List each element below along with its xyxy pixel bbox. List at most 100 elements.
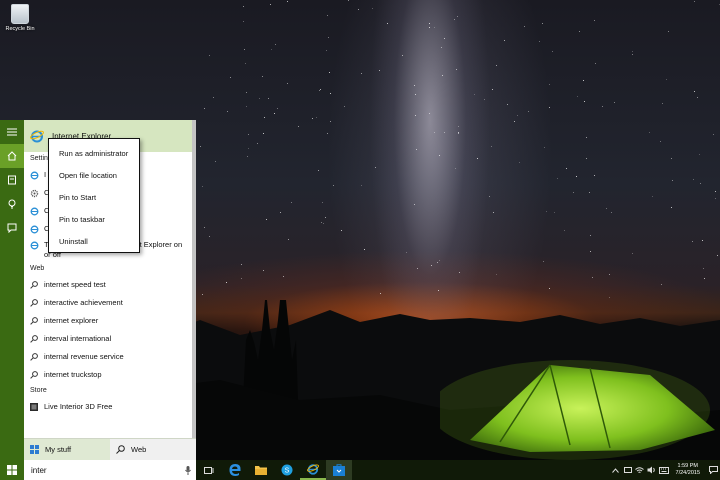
star	[524, 25, 526, 27]
star	[200, 146, 202, 148]
network-button[interactable]	[634, 460, 646, 480]
results-scrollbar[interactable]	[192, 120, 196, 438]
star	[456, 15, 458, 17]
system-tray: 1:59 PM 7/24/2015	[610, 460, 720, 480]
star	[543, 260, 545, 262]
clock-date: 7/24/2015	[675, 470, 700, 476]
svg-text:S: S	[285, 468, 290, 475]
context-menu-item[interactable]: Pin to Start	[49, 187, 139, 209]
web-suggestion[interactable]: interactive achievement	[24, 294, 196, 312]
glowing-tent	[440, 360, 715, 460]
star	[441, 75, 443, 77]
search-icon	[30, 312, 40, 330]
star	[241, 277, 243, 279]
star	[576, 176, 578, 178]
show-hidden-icons-button[interactable]	[610, 460, 622, 480]
star	[287, 82, 289, 84]
star	[286, 0, 288, 2]
search-query-text: inter	[31, 465, 47, 475]
store-result-label: Live Interior 3D Free	[44, 402, 113, 411]
web-suggestion[interactable]: internet truckstop	[24, 366, 196, 384]
my-stuff-button[interactable]: My stuff	[24, 439, 110, 460]
action-center-tray-button[interactable]	[622, 460, 634, 480]
star	[493, 211, 495, 213]
settings-result-label: I	[44, 170, 47, 179]
star	[590, 250, 592, 252]
store-result[interactable]: Live Interior 3D Free	[24, 398, 196, 416]
store-app-icon	[30, 398, 40, 416]
star	[330, 120, 332, 122]
feedback-icon	[7, 223, 17, 233]
star	[277, 108, 279, 110]
hamburger-menu-button[interactable]	[0, 120, 24, 144]
star	[693, 91, 695, 93]
star	[271, 49, 273, 51]
web-suggestion-label: internet truckstop	[44, 370, 102, 379]
file-explorer-taskbar-button[interactable]	[248, 460, 274, 480]
web-suggestion[interactable]: internet explorer	[24, 312, 196, 330]
star	[691, 240, 693, 242]
star	[437, 261, 439, 263]
star	[226, 110, 228, 112]
star	[440, 46, 442, 48]
star	[340, 229, 342, 231]
web-scope-button[interactable]: Web	[110, 439, 196, 460]
star	[343, 105, 345, 107]
clock[interactable]: 1:59 PM 7/24/2015	[670, 463, 706, 477]
star	[592, 277, 593, 279]
star	[693, 178, 695, 180]
volume-button[interactable]	[646, 460, 658, 480]
feedback-button[interactable]	[0, 216, 24, 240]
skype-icon: S	[281, 464, 293, 476]
star	[668, 31, 670, 33]
recycle-bin-label: Recycle Bin	[5, 26, 35, 32]
star	[458, 132, 460, 134]
recycle-bin[interactable]: Recycle Bin	[4, 4, 36, 32]
star	[576, 95, 578, 97]
web-suggestion[interactable]: internet speed test	[24, 276, 196, 294]
star	[585, 136, 587, 138]
star	[631, 53, 633, 55]
star	[693, 0, 695, 2]
web-suggestion[interactable]: interval international	[24, 330, 196, 348]
keyboard-button[interactable]	[658, 460, 670, 480]
context-menu-item[interactable]: Run as administrator	[49, 143, 139, 165]
star	[661, 284, 663, 286]
skype-taskbar-button[interactable]: S	[274, 460, 300, 480]
context-menu-item[interactable]: Uninstall	[49, 231, 139, 253]
task-view-button[interactable]	[196, 460, 222, 480]
reminders-button[interactable]	[0, 192, 24, 216]
action-center-button[interactable]	[706, 460, 720, 480]
edge-taskbar-button[interactable]	[222, 460, 248, 480]
star	[414, 93, 416, 95]
taskbar-search-input[interactable]: inter	[24, 460, 196, 480]
star	[504, 39, 506, 41]
star	[326, 132, 328, 134]
internet-explorer-taskbar-button[interactable]	[300, 460, 326, 480]
web-suggestion[interactable]: internal revenue service	[24, 348, 196, 366]
star	[274, 44, 276, 46]
hamburger-icon	[7, 128, 17, 136]
star	[546, 211, 548, 213]
search-icon	[30, 330, 40, 348]
star	[564, 229, 566, 231]
star	[243, 20, 245, 22]
star	[459, 271, 461, 273]
star	[323, 222, 325, 224]
context-menu-item[interactable]: Open file location	[49, 165, 139, 187]
start-button[interactable]	[0, 460, 24, 480]
gear-icon	[30, 184, 40, 202]
scrollbar-thumb[interactable]	[192, 120, 196, 438]
ie-settings-icon	[30, 240, 40, 250]
store-taskbar-button[interactable]	[326, 460, 352, 480]
context-menu-item[interactable]: Pin to taskbar	[49, 209, 139, 231]
star	[266, 218, 268, 220]
notebook-button[interactable]	[0, 168, 24, 192]
star	[671, 207, 673, 209]
home-button[interactable]	[0, 144, 24, 168]
star	[666, 79, 668, 81]
star	[267, 97, 269, 99]
star	[428, 22, 430, 24]
star	[543, 147, 545, 149]
microphone-icon[interactable]	[185, 465, 191, 475]
